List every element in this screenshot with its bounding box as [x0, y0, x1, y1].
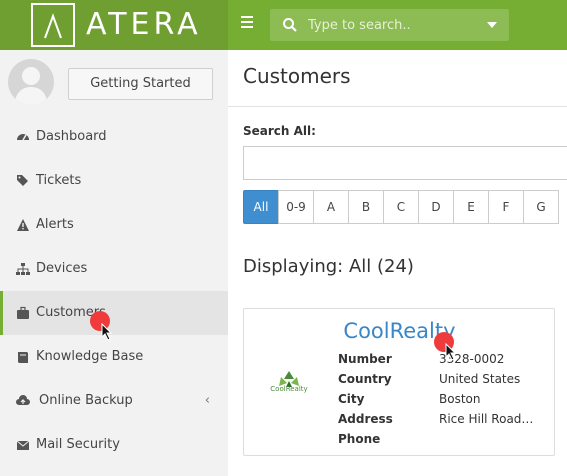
customer-logo-text: CoolRealty [270, 385, 308, 393]
global-search[interactable] [270, 9, 509, 41]
letter-filter-0-9[interactable]: 0-9 [278, 190, 314, 224]
user-silhouette-icon [14, 67, 48, 105]
search-icon [283, 18, 297, 32]
avatar[interactable] [8, 59, 54, 105]
envelope-icon [16, 440, 30, 450]
search-all-input[interactable] [243, 146, 567, 180]
brand-name: ATERA [86, 7, 202, 42]
sidebar-item-label: Tickets [36, 173, 82, 188]
field-row-country: Country United States [338, 369, 533, 389]
letter-filter-a[interactable]: A [313, 190, 349, 224]
customer-card: CoolRealty CoolRealty Number 3328-0002 C… [243, 308, 555, 456]
sidebar-item-knowledge-base[interactable]: Knowledge Base [0, 335, 228, 379]
page-title: Customers [243, 64, 351, 88]
book-icon [18, 352, 28, 363]
sidebar-item-devices[interactable]: Devices [0, 247, 228, 291]
field-row-city: City Boston [338, 389, 533, 409]
letter-filter-all[interactable]: All [243, 190, 279, 224]
field-row-number: Number 3328-0002 [338, 349, 533, 369]
logo-area[interactable]: ATERA [0, 0, 228, 50]
customer-fields: Number 3328-0002 Country United States C… [338, 349, 533, 449]
field-value: United States [439, 372, 521, 386]
field-row-address: Address Rice Hill Road… [338, 409, 533, 429]
atera-logo-icon [31, 3, 75, 47]
field-value: Rice Hill Road… [439, 412, 534, 426]
sidebar-item-label: Dashboard [36, 129, 107, 144]
letter-filter-f[interactable]: F [488, 190, 524, 224]
search-dropdown-icon[interactable] [487, 22, 497, 28]
letter-filter-g[interactable]: G [523, 190, 559, 224]
sidebar-item-online-backup[interactable]: Online Backup ‹ [0, 379, 228, 423]
search-all-label: Search All: [243, 124, 316, 138]
briefcase-icon [17, 306, 29, 319]
sidebar: Getting Started Dashboard Tickets Alerts [0, 50, 228, 476]
dashboard-icon [17, 134, 29, 141]
field-label: City [338, 392, 365, 406]
letter-filter-c[interactable]: C [383, 190, 419, 224]
letter-filter-d[interactable]: D [418, 190, 454, 224]
top-bar: ATERA [0, 0, 567, 50]
mouse-cursor-icon [101, 323, 113, 341]
field-value: Boston [439, 392, 481, 406]
field-row-phone: Phone [338, 429, 533, 449]
sidebar-nav: Dashboard Tickets Alerts Devices Custome… [0, 115, 228, 467]
displaying-count: Displaying: All (24) [243, 256, 414, 277]
sitemap-icon [16, 263, 30, 275]
search-input[interactable] [308, 9, 478, 41]
sidebar-item-label: Alerts [36, 217, 74, 232]
customer-name-link[interactable]: CoolRealty [244, 319, 554, 343]
warning-icon [17, 219, 29, 231]
sidebar-item-mail-security[interactable]: Mail Security [0, 423, 228, 467]
sidebar-item-label: Knowledge Base [36, 349, 144, 364]
main-content: Customers Search All: All 0-9 A B C D E … [228, 50, 567, 476]
sidebar-item-label: Online Backup [39, 393, 133, 408]
sidebar-item-label: Mail Security [36, 437, 120, 452]
getting-started-button[interactable]: Getting Started [68, 68, 213, 100]
menu-toggle-icon[interactable] [241, 16, 257, 34]
letter-filter-b[interactable]: B [348, 190, 384, 224]
page-header: Customers [228, 50, 567, 107]
field-label: Country [338, 372, 392, 386]
customer-logo-icon [279, 371, 299, 387]
field-label: Number [338, 352, 392, 366]
sidebar-item-dashboard[interactable]: Dashboard [0, 115, 228, 159]
field-label: Address [338, 412, 393, 426]
sidebar-item-customers[interactable]: Customers [0, 291, 228, 335]
letter-filter-e[interactable]: E [453, 190, 489, 224]
field-label: Phone [338, 432, 381, 446]
chevron-left-icon[interactable]: ‹ [205, 379, 210, 423]
letter-filter: All 0-9 A B C D E F G [243, 190, 559, 224]
cloud-upload-icon [16, 395, 30, 405]
tags-icon [17, 175, 28, 186]
sidebar-item-tickets[interactable]: Tickets [0, 159, 228, 203]
sidebar-item-alerts[interactable]: Alerts [0, 203, 228, 247]
sidebar-item-label: Devices [36, 261, 88, 276]
mouse-cursor-icon [445, 343, 457, 361]
